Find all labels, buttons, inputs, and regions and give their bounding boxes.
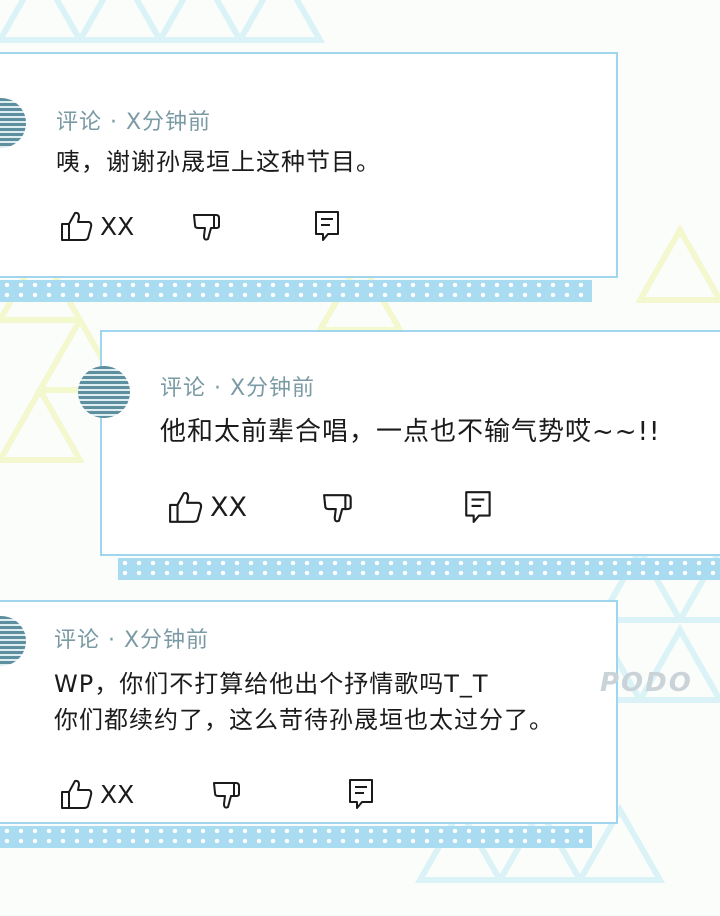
reply-icon [349,779,373,809]
like-icon [169,492,203,523]
like-count: XX [210,491,247,523]
comment-card: 评论 · X分钟前 他和太前辈合唱，一点也不输气势哎~~!! XX [78,330,720,556]
like-button[interactable]: XX [60,210,134,242]
reply-button[interactable] [348,778,376,810]
dislike-button[interactable] [322,492,356,526]
dislike-icon [323,494,352,523]
comment-card: 评论 · X分钟前 咦，谢谢孙晟垣上这种节目。 XX [0,52,618,278]
comment-card: 评论 · X分钟前 WP，你们不打算给他出个抒情歌吗T_T 你们都续约了，这么苛… [0,600,618,824]
comment-text: 他和太前辈合唱，一点也不输气势哎~~!! [160,417,661,447]
like-button[interactable]: XX [60,778,134,810]
like-button[interactable]: XX [168,490,247,524]
dislike-button[interactable] [192,212,224,244]
avatar [0,616,26,666]
comment-meta: 评论 · X分钟前 [54,628,210,653]
avatar [78,366,130,418]
comment-meta: 评论 · X分钟前 [160,376,316,401]
reply-icon [465,491,491,523]
dislike-icon [193,214,220,241]
comment-text: 咦，谢谢孙晟垣上这种节目。 [56,148,381,176]
reply-icon [315,211,339,241]
like-icon [61,779,93,809]
comment-text: WP，你们不打算给他出个抒情歌吗T_T [54,670,489,698]
tape-strip [0,826,592,848]
watermark: PODO [600,668,693,698]
avatar [0,98,26,148]
like-icon [61,211,93,241]
tape-strip [0,280,592,302]
dislike-button[interactable] [212,780,244,812]
dislike-icon [213,782,240,809]
like-count: XX [100,211,135,241]
like-count: XX [100,779,135,809]
comment-meta: 评论 · X分钟前 [56,110,212,135]
reply-button[interactable] [464,490,494,524]
tape-strip [118,558,720,580]
reply-button[interactable] [314,210,342,242]
comment-text: 你们都续约了，这么苛待孙晟垣也太过分了。 [54,706,554,734]
